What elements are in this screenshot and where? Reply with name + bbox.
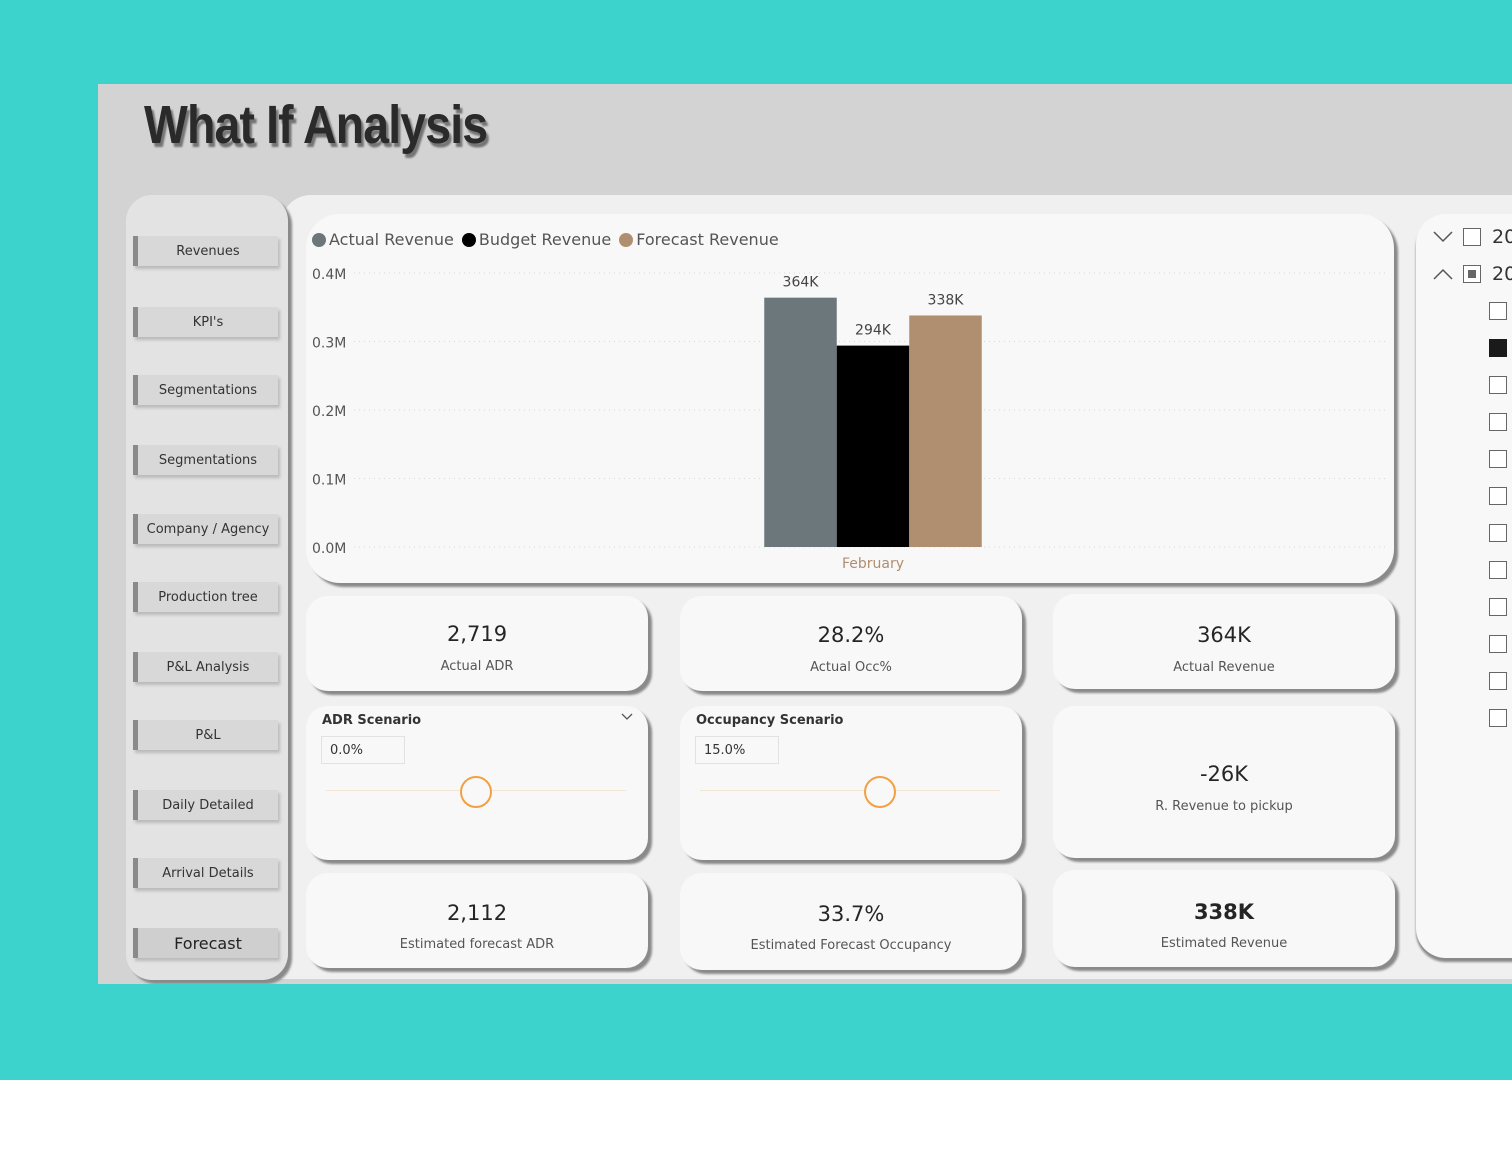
kpi-card-actual-revenue: 364K Actual Revenue	[1053, 594, 1395, 689]
nav-item-pl[interactable]: P&L	[133, 720, 278, 750]
kpi-card-revenue-pickup: -26K R. Revenue to pickup	[1053, 706, 1395, 858]
nav-item-arrival-details[interactable]: Arrival Details	[133, 858, 278, 888]
occupancy-scenario-input[interactable]	[695, 736, 779, 764]
month-checkbox[interactable]	[1489, 672, 1507, 690]
revenue-chart-card: Actual Revenue Budget Revenue Forecast R…	[306, 214, 1394, 583]
year-checkbox-2[interactable]	[1463, 265, 1481, 283]
nav-item-segmentations-2[interactable]: Segmentations	[133, 445, 278, 475]
bar-budget-revenue[interactable]	[836, 345, 910, 547]
nav-item-revenues[interactable]: Revenues	[133, 236, 278, 266]
data-label: 338K	[928, 292, 965, 308]
kpi-label-est-revenue: Estimated Revenue	[1160, 936, 1288, 951]
month-checkbox[interactable]	[1489, 487, 1507, 505]
y-tick-label: 0.4M	[312, 267, 346, 283]
chevron-down-icon[interactable]	[1432, 230, 1454, 244]
kpi-card-est-adr: 2,112 Estimated forecast ADR	[306, 873, 648, 968]
revenue-bar-chart: 0.0M 0.1M 0.2M 0.3M 0.4M 364K 294K 338K February	[312, 267, 1386, 572]
kpi-label-actual-occ: Actual Occ%	[810, 660, 892, 675]
x-tick-label: February	[842, 556, 904, 572]
nav-item-daily-detailed[interactable]: Daily Detailed	[133, 790, 278, 820]
month-checkbox[interactable]	[1489, 561, 1507, 579]
year-label-2: 20	[1492, 263, 1512, 285]
month-checkbox[interactable]	[1489, 450, 1507, 468]
chevron-up-icon[interactable]	[1432, 267, 1454, 281]
report-canvas: What If Analysis Revenues KPI's Segmenta…	[98, 84, 1512, 984]
kpi-card-actual-adr: 2,719 Actual ADR	[306, 596, 648, 691]
month-checkbox[interactable]	[1489, 413, 1507, 431]
adr-scenario-input[interactable]	[321, 736, 405, 764]
kpi-card-actual-occ: 28.2% Actual Occ%	[680, 596, 1022, 691]
kpi-value-actual-revenue: 364K	[1197, 623, 1251, 647]
month-checkbox[interactable]	[1489, 598, 1507, 616]
kpi-value-revenue-pickup: -26K	[1199, 762, 1249, 786]
nav-item-segmentations[interactable]: Segmentations	[133, 375, 278, 405]
year-label-1: 20	[1492, 226, 1512, 248]
occupancy-scenario-track[interactable]	[700, 790, 1000, 791]
month-checkbox[interactable]	[1489, 376, 1507, 394]
date-slicer: 20 20	[1416, 214, 1512, 958]
occupancy-scenario-title: Occupancy Scenario	[696, 713, 844, 728]
year-checkbox-1[interactable]	[1463, 228, 1481, 246]
kpi-label-actual-revenue: Actual Revenue	[1173, 660, 1275, 675]
kpi-label-actual-adr: Actual ADR	[440, 659, 514, 674]
kpi-label-revenue-pickup: R. Revenue to pickup	[1155, 799, 1293, 814]
kpi-value-est-revenue: 338K	[1193, 900, 1255, 924]
nav-panel: Revenues KPI's Segmentations Segmentatio…	[126, 195, 288, 980]
kpi-card-est-revenue: 338K Estimated Revenue	[1053, 870, 1395, 967]
month-checkbox[interactable]	[1489, 709, 1507, 727]
adr-scenario-slider-knob[interactable]	[460, 776, 492, 808]
bar-actual-revenue[interactable]	[764, 297, 837, 547]
nav-item-forecast[interactable]: Forecast	[133, 928, 278, 958]
nav-item-production-tree[interactable]: Production tree	[133, 582, 278, 612]
occupancy-scenario-card: Occupancy Scenario	[680, 706, 1022, 860]
data-label: 364K	[783, 275, 820, 291]
chevron-down-icon[interactable]	[620, 712, 634, 722]
month-checkbox[interactable]	[1489, 302, 1507, 320]
adr-scenario-card: ADR Scenario	[306, 706, 648, 860]
month-checkbox[interactable]	[1489, 635, 1507, 653]
kpi-label-est-occ: Estimated Forecast Occupancy	[750, 938, 952, 953]
kpi-value-est-occ: 33.7%	[817, 902, 885, 926]
nav-item-kpis[interactable]: KPI's	[133, 307, 278, 337]
bar-forecast-revenue[interactable]	[909, 315, 982, 547]
nav-item-pl-analysis[interactable]: P&L Analysis	[133, 652, 278, 682]
adr-scenario-title: ADR Scenario	[322, 713, 422, 728]
kpi-value-actual-adr: 2,719	[446, 622, 508, 646]
month-checkbox[interactable]	[1489, 524, 1507, 542]
occupancy-scenario-slider-knob[interactable]	[864, 776, 896, 808]
kpi-card-est-occ: 33.7% Estimated Forecast Occupancy	[680, 873, 1022, 970]
y-tick-label: 0.3M	[312, 336, 346, 352]
kpi-value-actual-occ: 28.2%	[817, 623, 885, 647]
y-tick-label: 0.0M	[312, 541, 346, 557]
data-label: 294K	[855, 323, 892, 339]
page-title: What If Analysis	[144, 95, 488, 155]
y-tick-label: 0.1M	[312, 473, 346, 489]
kpi-label-est-adr: Estimated forecast ADR	[399, 937, 555, 952]
month-checkbox[interactable]	[1489, 339, 1507, 357]
y-tick-label: 0.2M	[312, 404, 346, 420]
nav-item-company-agency[interactable]: Company / Agency	[133, 514, 278, 544]
kpi-value-est-adr: 2,112	[446, 901, 508, 925]
